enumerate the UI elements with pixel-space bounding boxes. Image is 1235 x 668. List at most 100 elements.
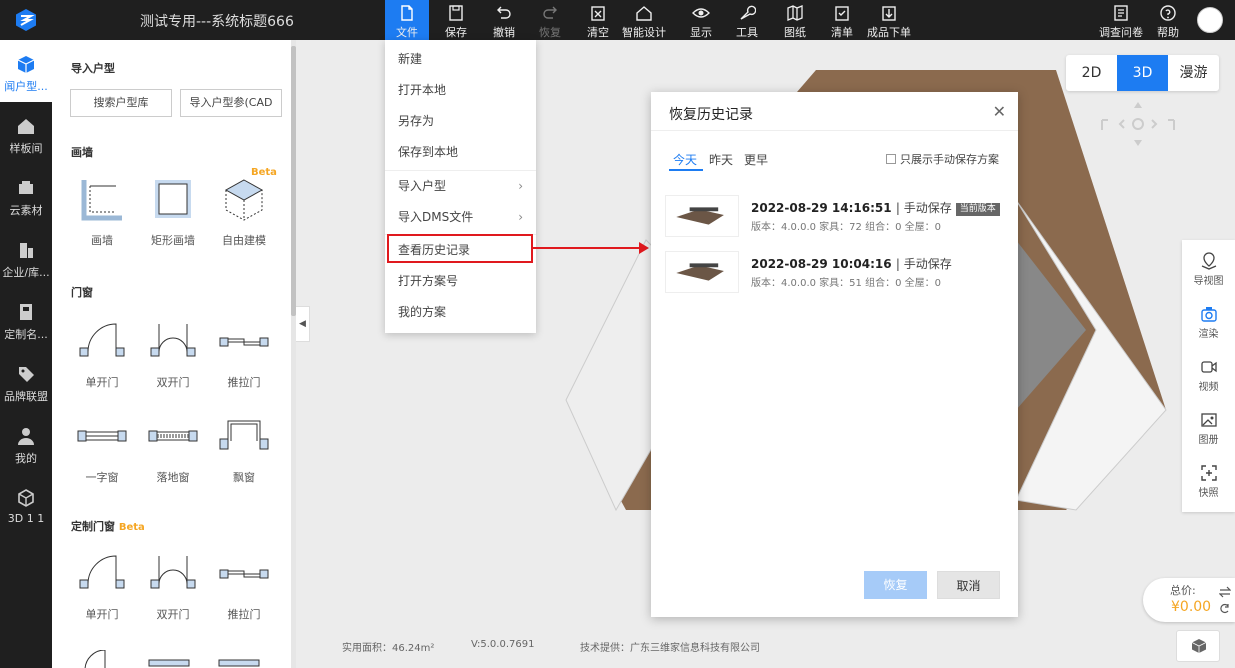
app-logo-icon [16,9,36,31]
toolbar-clear-button[interactable]: 清空 [576,0,620,40]
menu-new[interactable]: 新建 [385,44,536,75]
free-modeling-item[interactable]: 自由建模 [211,178,277,248]
tab-yesterday[interactable]: 昨天 [709,151,733,168]
checkbox[interactable] [886,154,896,164]
search-floorplan-button[interactable]: 搜索户型库 [70,89,172,117]
cube-view-button[interactable] [1176,630,1220,662]
nav-custom[interactable]: 定制名... [0,288,52,350]
nav-enterprise[interactable]: 企业/库... [0,226,52,288]
custom-beta-tag: Beta [118,522,145,533]
file-icon [401,5,413,21]
record-title: 2022-08-29 14:16:51 | 手动保存 当前版本 [751,199,1000,216]
tab-earlier[interactable]: 更早 [744,151,768,168]
nav-3d[interactable]: 3D 1 1 [0,474,52,536]
walls-section-title: 画墙 [71,146,93,159]
price-swap-icon[interactable] [1219,584,1231,616]
manual-save-filter[interactable]: 只展示手动保存方案 [886,151,999,167]
cancel-button[interactable]: 取消 [937,571,1000,599]
view-roam-button[interactable]: 漫游 [1168,55,1219,91]
drawing-icon [787,5,803,21]
view-2d-button[interactable]: 2D [1066,55,1117,91]
custom-single-door-item[interactable]: 单开门 [69,552,135,622]
close-icon[interactable]: ✕ [993,102,1006,121]
toolbar-redo-button[interactable]: 恢复 [528,0,572,40]
survey-button[interactable]: 调查问卷 [1098,0,1144,40]
cube-icon [1191,639,1207,653]
annotation-arrow-head [639,242,649,254]
floorplan-icon [17,56,35,73]
redo-icon [543,6,557,19]
help-button[interactable]: 帮助 [1152,0,1184,40]
render-button[interactable]: 渲染 [1182,305,1235,340]
custom-doors-section-title: 定制门窗 Beta [71,520,145,533]
user-icon [18,428,34,445]
strip-window-icon [77,430,127,442]
strip-window-item[interactable]: 一字窗 [69,415,135,485]
collapse-panel-button[interactable]: ◀ [296,306,310,342]
toolbar-save-button[interactable]: 保存 [434,0,478,40]
nav-cloud-material[interactable]: 云素材 [0,164,52,226]
sliding-door-icon [219,337,269,347]
toolbar-smart-design-button[interactable]: 智能设计 [620,0,668,40]
sliding-door-item[interactable]: 推拉门 [211,320,277,390]
navigation-compass-icon[interactable] [1098,100,1178,148]
custom-sliding-door-item[interactable]: 推拉门 [211,552,277,622]
nav-floorplan[interactable]: 闻户型... [0,40,52,102]
video-icon [1200,361,1217,373]
menu-open-plan-number[interactable]: 打开方案号 [385,266,536,297]
menu-import-floorplan[interactable]: 导入户型 › [385,171,536,202]
status-version: V:5.0.0.7691 [471,639,535,650]
menu-save-local[interactable]: 保存到本地 [385,137,536,168]
toolbar-display-button[interactable]: 显示 [679,0,723,40]
toolbar-file-button[interactable]: 文件 [385,0,429,40]
toolbar-undo-button[interactable]: 撤销 [482,0,526,40]
custom-double-door-item[interactable]: 双开门 [140,552,206,622]
toolbar-tools-button[interactable]: 工具 [725,0,769,40]
snapshot-button[interactable]: 快照 [1182,464,1235,499]
toolbar-order-button[interactable]: 成品下单 [864,0,914,40]
toolbar-drawing-button[interactable]: 图纸 [773,0,817,40]
single-door-icon [79,555,125,589]
bay-window-icon [219,420,269,450]
view-3d-button[interactable]: 3D [1117,55,1168,91]
cloud-material-icon [19,181,33,194]
current-version-badge: 当前版本 [955,203,1000,216]
double-door-item[interactable]: 双开门 [140,320,206,390]
active-tab-indicator [669,169,703,171]
component-panel: 导入户型 搜索户型库 导入户型参(CAD 画墙 Beta 画墙 矩形画墙 自由建… [52,40,296,668]
history-record[interactable]: 2022-08-29 10:04:16 | 手动保存 版本：4.0.0.0 家具… [665,251,1005,295]
rect-wall-item[interactable]: 矩形画墙 [140,178,206,248]
save-icon [449,5,463,21]
double-door-icon [150,556,196,589]
video-button[interactable]: 视频 [1182,358,1235,393]
user-avatar[interactable] [1197,7,1223,33]
single-door-icon [79,323,125,357]
menu-save-as[interactable]: 另存为 [385,106,536,137]
record-thumbnail [665,195,739,237]
import-cad-button[interactable]: 导入户型参(CAD [180,89,282,117]
nav-showroom[interactable]: 样板间 [0,102,52,164]
menu-my-plans[interactable]: 我的方案 [385,297,536,328]
nav-brand-alliance[interactable]: 品牌联盟 [0,350,52,412]
guide-map-button[interactable]: 导视图 [1182,252,1235,287]
floor-window-item[interactable]: 落地窗 [140,415,206,485]
nav-mine[interactable]: 我的 [0,412,52,474]
restore-button[interactable]: 恢复 [864,571,927,599]
top-toolbar: 测试专用---系统标题666 文件 保存 撤销 恢复 清空 智能设计 显示 工具… [0,0,1235,40]
house-icon [18,119,34,134]
sliding-door-icon [219,569,269,579]
custom-icon [20,304,32,320]
draw-wall-item[interactable]: 画墙 [69,178,135,248]
menu-import-dms[interactable]: 导入DMS文件 › [385,202,536,233]
app-title: 测试专用---系统标题666 [140,14,294,30]
record-detail: 版本：4.0.0.0 家具：51 组合：0 全屋：0 [751,278,941,289]
toolbar-checklist-button[interactable]: 清单 [820,0,864,40]
single-door-item[interactable]: 单开门 [69,320,135,390]
album-button[interactable]: 图册 [1182,411,1235,446]
history-record[interactable]: 2022-08-29 14:16:51 | 手动保存 当前版本 版本：4.0.0.… [665,195,1005,239]
tab-today[interactable]: 今天 [673,151,697,168]
bay-window-item[interactable]: 飘窗 [211,415,277,485]
snapshot-icon [1200,465,1217,481]
menu-open-local[interactable]: 打开本地 [385,75,536,106]
annotation-arrow-line [533,247,641,249]
